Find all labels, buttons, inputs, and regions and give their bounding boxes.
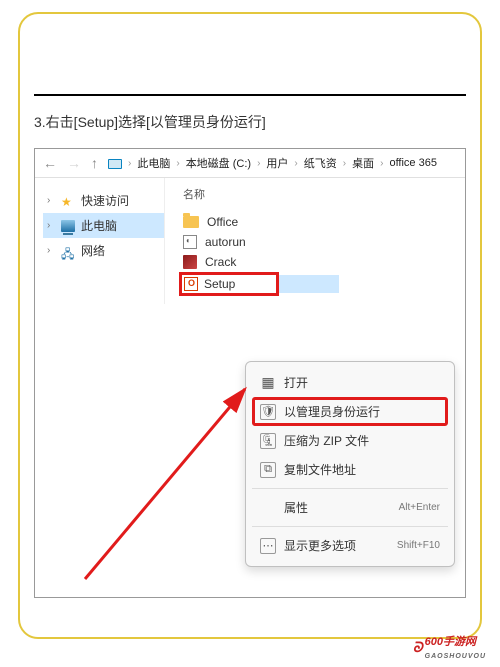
folder-icon (183, 216, 199, 228)
sidebar-item-label: 快速访问 (81, 192, 129, 209)
menu-run-as-admin[interactable]: 🛡 以管理员身份运行 (252, 397, 448, 426)
menu-separator (252, 526, 448, 527)
zip-icon: 🗜 (260, 433, 276, 449)
breadcrumb[interactable]: › 此电脑 › 本地磁盘 (C:) › 用户 › 纸飞资 › 桌面 › offi… (108, 155, 457, 171)
nav-bar: ← → ↑ › 此电脑 › 本地磁盘 (C:) › 用户 › 纸飞资 › 桌面 … (35, 149, 465, 178)
file-name: autorun (205, 235, 246, 249)
sidebar-item-label: 此电脑 (81, 217, 117, 234)
annotation-arrow (65, 289, 265, 589)
crumb[interactable]: 桌面 (352, 155, 374, 171)
chevron-right-icon: › (380, 158, 383, 169)
office-setup-icon (184, 277, 198, 291)
sidebar-item-this-pc[interactable]: › 此电脑 (43, 213, 164, 238)
watermark-text: 600手游网 (425, 636, 476, 648)
chevron-right-icon: › (257, 158, 260, 169)
chevron-right-icon: › (128, 158, 131, 169)
menu-label: 复制文件地址 (284, 461, 356, 478)
menu-label: 属性 (284, 499, 308, 516)
forward-button[interactable]: → (67, 155, 81, 171)
star-icon: ★ (61, 195, 75, 207)
crumb[interactable]: 此电脑 (137, 155, 170, 171)
menu-label: 以管理员身份运行 (284, 403, 380, 420)
more-icon: ⋯ (260, 538, 276, 554)
computer-icon (61, 220, 75, 232)
list-item[interactable]: autorun (179, 232, 451, 252)
menu-label: 显示更多选项 (284, 537, 356, 554)
menu-separator (252, 488, 448, 489)
crumb[interactable]: 纸飞资 (304, 155, 337, 171)
sidebar-item-quick-access[interactable]: › ★ 快速访问 (43, 188, 164, 213)
menu-properties[interactable]: 属性 Alt+Enter (252, 493, 448, 522)
chevron-right-icon: › (47, 245, 55, 256)
menu-open[interactable]: ▦ 打开 (252, 368, 448, 397)
chevron-right-icon: › (176, 158, 179, 169)
file-name: Crack (205, 255, 236, 269)
back-button[interactable]: ← (43, 155, 57, 171)
file-explorer-window: ← → ↑ › 此电脑 › 本地磁盘 (C:) › 用户 › 纸飞资 › 桌面 … (34, 148, 466, 598)
pc-icon (108, 159, 122, 169)
file-name: Office (207, 215, 238, 229)
shortcut-label: Alt+Enter (399, 502, 440, 513)
open-icon: ▦ (260, 375, 276, 391)
menu-label: 打开 (284, 374, 308, 391)
sidebar-item-network[interactable]: › 🖧 网络 (43, 238, 164, 263)
crumb[interactable]: 用户 (266, 155, 288, 171)
column-header-name[interactable]: 名称 (179, 186, 451, 202)
shortcut-label: Shift+F10 (397, 540, 440, 551)
network-icon: 🖧 (61, 245, 75, 257)
menu-copy-path[interactable]: ⧉ 复制文件地址 (252, 455, 448, 484)
instruction-text: 3.右击[Setup]选择[以管理员身份运行] (34, 112, 466, 132)
watermark-subtext: GAOSHOUVOU (425, 653, 486, 660)
list-item[interactable]: Office (179, 212, 451, 232)
crumb[interactable]: office 365 (389, 157, 437, 169)
up-button[interactable]: ↑ (91, 155, 98, 171)
list-item[interactable]: Crack (179, 252, 451, 272)
chevron-right-icon: › (47, 195, 55, 206)
copy-icon: ⧉ (260, 462, 276, 478)
file-name: Setup (204, 277, 235, 291)
list-item-setup[interactable]: Setup (179, 272, 279, 296)
autorun-icon (183, 235, 197, 249)
chevron-right-icon: › (343, 158, 346, 169)
menu-compress-zip[interactable]: 🗜 压缩为 ZIP 文件 (252, 426, 448, 455)
menu-label: 压缩为 ZIP 文件 (284, 432, 369, 449)
chevron-right-icon: › (294, 158, 297, 169)
file-list: 名称 Office autorun Crack (165, 178, 465, 304)
watermark: ᘐ 600手游网 GAOSHOUVOU (413, 633, 486, 661)
watermark-logo-icon: ᘐ (413, 639, 423, 656)
sidebar-item-label: 网络 (81, 242, 105, 259)
menu-show-more[interactable]: ⋯ 显示更多选项 Shift+F10 (252, 531, 448, 560)
context-menu: ▦ 打开 🛡 以管理员身份运行 🗜 压缩为 ZIP 文件 ⧉ 复制文件地址 (245, 361, 455, 567)
chevron-right-icon: › (47, 220, 55, 231)
crumb[interactable]: 本地磁盘 (C:) (186, 155, 251, 171)
selection-highlight (279, 275, 339, 293)
sidebar: › ★ 快速访问 › 此电脑 › 🖧 网络 (35, 178, 165, 304)
blank-icon (260, 500, 276, 516)
shield-icon: 🛡 (260, 404, 276, 420)
app-icon (183, 255, 197, 269)
